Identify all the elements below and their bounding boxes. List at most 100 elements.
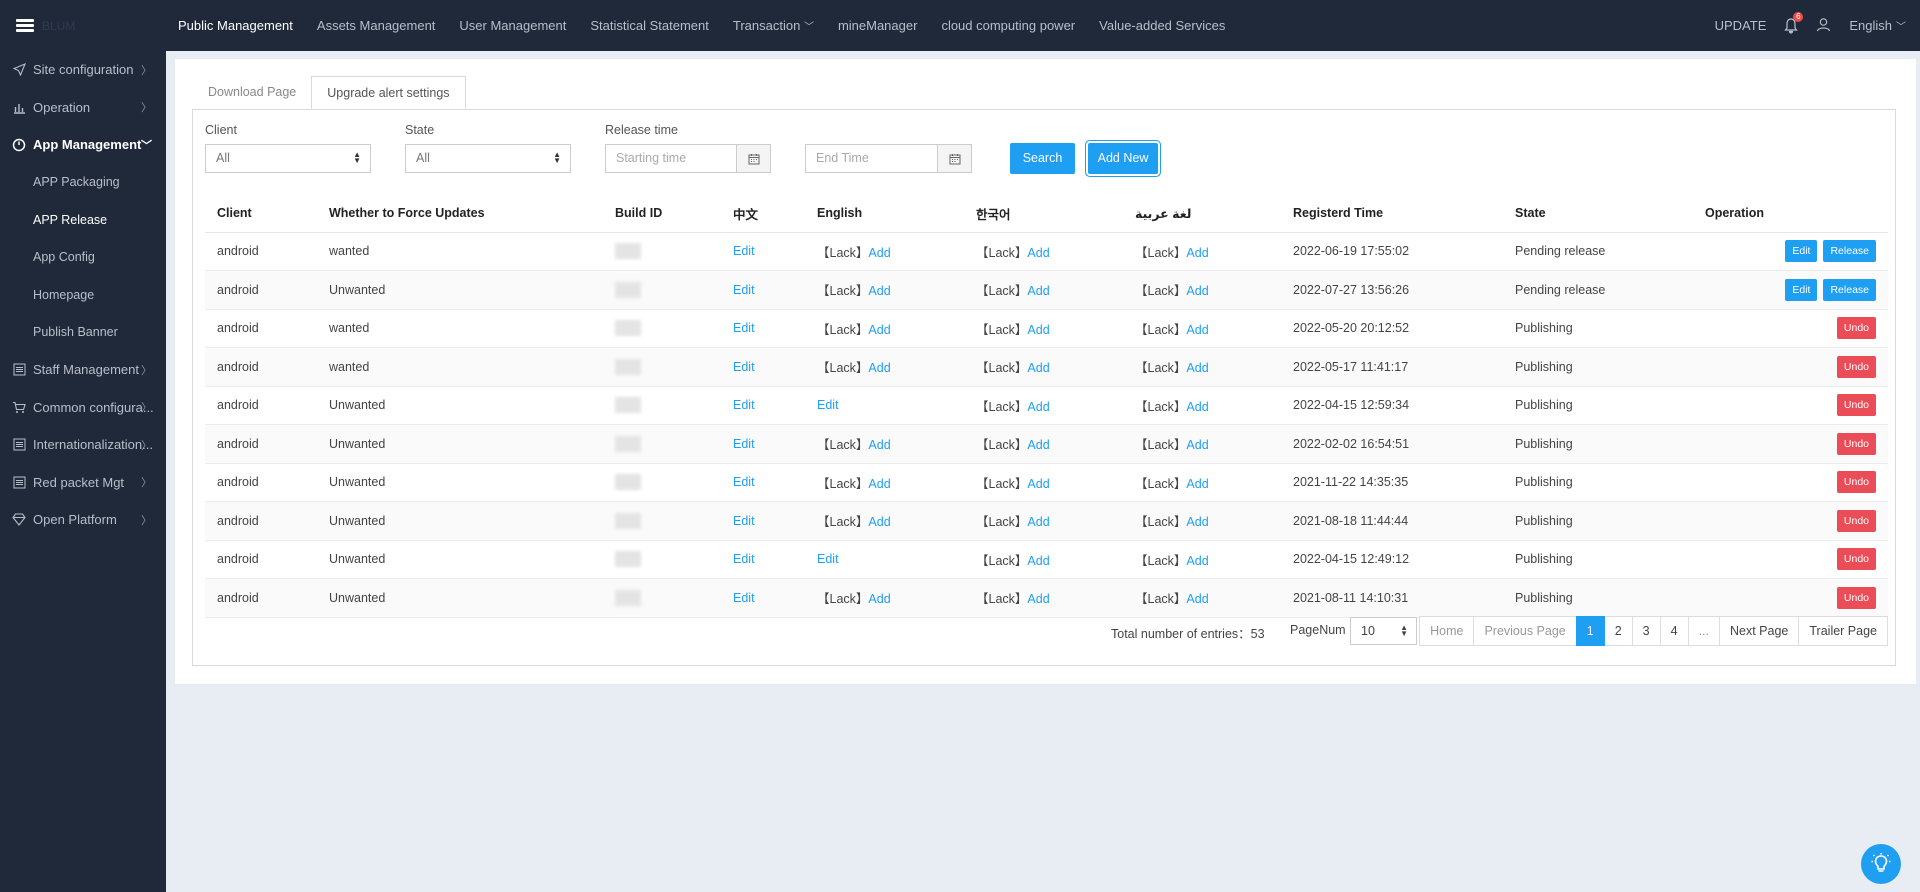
korean-add-link[interactable]: Add [1027,284,1049,298]
logo[interactable]: BLUM [0,0,166,51]
arabic-add-link[interactable]: Add [1186,400,1208,414]
arabic-add-link[interactable]: Add [1186,323,1208,337]
sidebar-subitem-homepage[interactable]: Homepage [0,276,166,314]
english-add-link[interactable]: Add [868,323,890,337]
nav-statistical-statement[interactable]: Statistical Statement [578,0,721,51]
page-next-button[interactable]: Next Page [1719,616,1800,646]
english-add-link[interactable]: Add [868,246,890,260]
nav-user-management[interactable]: User Management [447,0,578,51]
nav-public-management[interactable]: Public Management [166,0,305,51]
sidebar-subitem-publish-banner[interactable]: Publish Banner [0,314,166,352]
nav-assets-management[interactable]: Assets Management [305,0,448,51]
release-button[interactable]: Release [1823,278,1876,301]
nav-value-added-services[interactable]: Value-added Services [1087,0,1237,51]
user-icon[interactable] [1816,17,1831,35]
language-selector[interactable]: English ﹀ [1849,18,1906,33]
sidebar-item-open-platform[interactable]: Open Platform 〉 [0,501,166,539]
start-time-input[interactable]: Starting time [605,144,771,173]
end-time-input[interactable]: End Time [805,144,972,173]
chinese-edit-link[interactable]: Edit [733,591,755,605]
sidebar-subitem-app-packaging[interactable]: APP Packaging [0,164,166,202]
sidebar-item-common-configuration[interactable]: Common configura... 〉 [0,389,166,427]
nav-mine-manager[interactable]: mineManager [826,0,930,51]
chinese-cell: Edit [721,501,805,541]
page-size-select[interactable]: 10 ▲ ▼ [1350,617,1417,645]
arabic-add-link[interactable]: Add [1186,438,1208,452]
sidebar-item-internationalization[interactable]: Internationalization... 〉 [0,426,166,464]
chinese-edit-link[interactable]: Edit [733,437,755,451]
undo-button[interactable]: Undo [1836,586,1876,609]
chinese-edit-link[interactable]: Edit [733,360,755,374]
page-trailer-button[interactable]: Trailer Page [1798,616,1888,646]
undo-button[interactable]: Undo [1836,355,1876,378]
arabic-add-link[interactable]: Add [1186,477,1208,491]
edit-button[interactable]: Edit [1785,240,1818,263]
undo-button[interactable]: Undo [1836,548,1876,571]
korean-add-link[interactable]: Add [1027,400,1049,414]
undo-button[interactable]: Undo [1836,509,1876,532]
chinese-edit-link[interactable]: Edit [733,514,755,528]
tab-download-page[interactable]: Download Page [193,76,311,109]
chinese-edit-link[interactable]: Edit [733,283,755,297]
english-add-link[interactable]: Add [868,515,890,529]
sidebar-item-operation[interactable]: Operation 〉 [0,89,166,127]
sidebar-subitem-app-release[interactable]: APP Release [0,201,166,239]
arabic-add-link[interactable]: Add [1186,592,1208,606]
english-edit-link[interactable]: Edit [817,398,839,412]
client-select[interactable]: All ▲ ▼ [205,144,371,173]
calendar-icon[interactable] [736,145,770,172]
arabic-add-link[interactable]: Add [1186,246,1208,260]
sidebar-item-red-packet-mgt[interactable]: Red packet Mgt 〉 [0,464,166,502]
chinese-edit-link[interactable]: Edit [733,398,755,412]
page-2-button[interactable]: 2 [1603,616,1633,646]
undo-button[interactable]: Undo [1836,432,1876,455]
korean-add-link[interactable]: Add [1027,361,1049,375]
nav-transaction[interactable]: Transaction ﹀ [721,0,826,51]
calendar-icon[interactable] [937,145,971,172]
korean-add-link[interactable]: Add [1027,438,1049,452]
chinese-edit-link[interactable]: Edit [733,244,755,258]
edit-button[interactable]: Edit [1785,278,1818,301]
page-4-button[interactable]: 4 [1659,616,1689,646]
lightbulb-help-button[interactable] [1861,844,1901,884]
nav-cloud-computing-power[interactable]: cloud computing power [929,0,1087,51]
korean-add-link[interactable]: Add [1027,246,1049,260]
english-add-link[interactable]: Add [868,438,890,452]
page-1-button[interactable]: 1 [1575,616,1605,646]
arabic-add-link[interactable]: Add [1186,515,1208,529]
page-home-button[interactable]: Home [1419,616,1475,646]
korean-add-link[interactable]: Add [1027,323,1049,337]
english-add-link[interactable]: Add [868,477,890,491]
notification-bell-icon[interactable]: 6 [1784,11,1804,34]
chinese-edit-link[interactable]: Edit [733,552,755,566]
arabic-add-link[interactable]: Add [1186,361,1208,375]
korean-add-link[interactable]: Add [1027,554,1049,568]
undo-button[interactable]: Undo [1836,317,1876,340]
english-edit-link[interactable]: Edit [817,552,839,566]
undo-button[interactable]: Undo [1836,394,1876,417]
state-select[interactable]: All ▲ ▼ [405,144,571,173]
sidebar-item-staff-management[interactable]: Staff Management 〉 [0,351,166,389]
chinese-edit-link[interactable]: Edit [733,321,755,335]
korean-add-link[interactable]: Add [1027,592,1049,606]
arabic-add-link[interactable]: Add [1186,284,1208,298]
english-add-link[interactable]: Add [868,592,890,606]
update-link[interactable]: UPDATE [1715,18,1767,33]
registered-time-cell: 2021-11-22 14:35:35 [1281,463,1503,502]
tab-upgrade-alert-settings[interactable]: Upgrade alert settings [311,76,466,109]
english-add-link[interactable]: Add [868,361,890,375]
search-button[interactable]: Search [1010,143,1075,174]
korean-add-link[interactable]: Add [1027,477,1049,491]
english-add-link[interactable]: Add [868,284,890,298]
undo-button[interactable]: Undo [1836,471,1876,494]
arabic-add-link[interactable]: Add [1186,554,1208,568]
korean-add-link[interactable]: Add [1027,515,1049,529]
page-prev-button[interactable]: Previous Page [1473,616,1577,646]
chinese-edit-link[interactable]: Edit [733,475,755,489]
sidebar-item-site-configuration[interactable]: Site configuration 〉 [0,51,166,89]
add-new-button[interactable]: Add New [1088,143,1158,174]
sidebar-subitem-app-config[interactable]: App Config [0,239,166,277]
sidebar-item-app-management[interactable]: App Management ﹀ [0,126,166,164]
page-3-button[interactable]: 3 [1631,616,1661,646]
release-button[interactable]: Release [1823,240,1876,263]
